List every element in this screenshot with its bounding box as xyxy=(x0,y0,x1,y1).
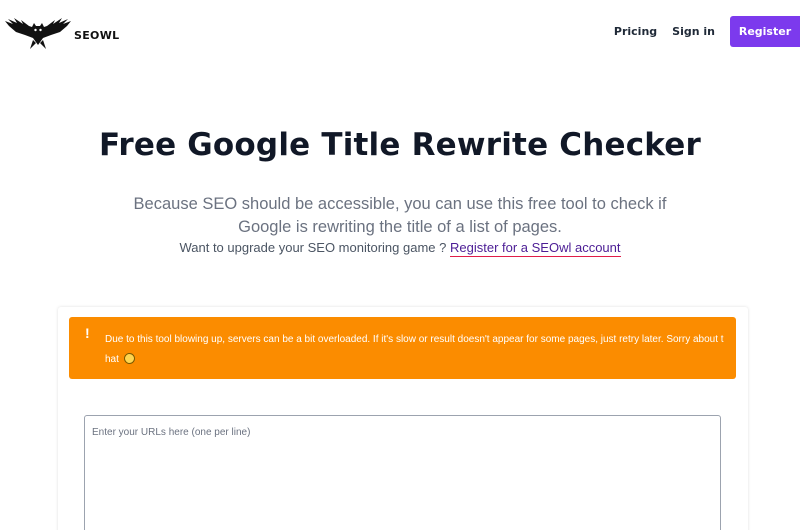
navbar: SEOWL Pricing Sign in Register xyxy=(0,0,800,66)
hero-subtitle: Because SEO should be accessible, you ca… xyxy=(133,195,667,236)
alert-message: Due to this tool blowing up, servers can… xyxy=(105,330,727,370)
grinning-sweat-emoji-icon xyxy=(123,353,135,364)
warning-icon: ! xyxy=(85,325,90,341)
brand-logo[interactable]: SEOWL xyxy=(4,14,119,50)
alert-message-text: Due to this tool blowing up, servers can… xyxy=(105,334,724,365)
owl-logo-icon xyxy=(5,18,71,49)
nav-pricing-link[interactable]: Pricing xyxy=(614,25,657,38)
brand-name: SEOWL xyxy=(74,28,120,42)
register-button[interactable]: Register xyxy=(730,16,800,47)
overload-alert: ! Due to this tool blowing up, servers c… xyxy=(69,317,736,379)
nav-links: Pricing Sign in Register xyxy=(614,16,800,47)
register-account-link[interactable]: Register for a SEOwl account xyxy=(449,240,621,257)
nav-signin-link[interactable]: Sign in xyxy=(672,25,715,38)
hero-cta: Want to upgrade your SEO monitoring game… xyxy=(0,240,800,257)
cta-prefix: Want to upgrade your SEO monitoring game… xyxy=(179,240,447,255)
urls-input[interactable] xyxy=(84,415,721,530)
page-title: Free Google Title Rewrite Checker xyxy=(98,127,702,163)
